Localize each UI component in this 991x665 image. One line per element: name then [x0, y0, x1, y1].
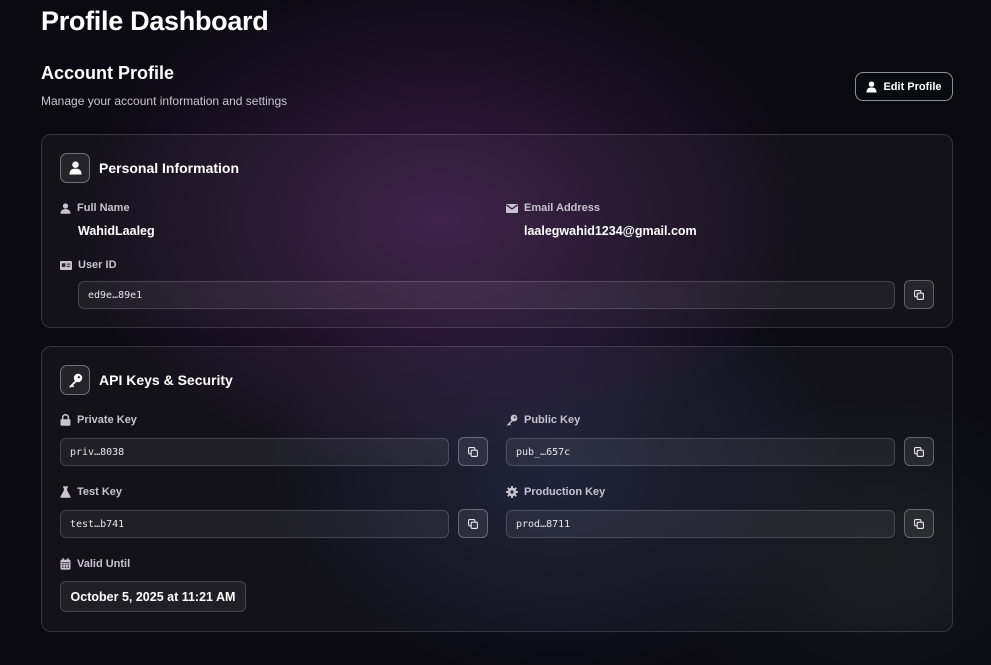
copy-private-key-button[interactable]	[458, 437, 488, 466]
private-key-label: Private Key	[60, 414, 137, 426]
edit-profile-label: Edit Profile	[883, 80, 942, 93]
production-key-label: Production Key	[506, 486, 605, 498]
key-icon	[506, 414, 518, 426]
personal-card-icon	[60, 153, 90, 183]
user-id-label: User ID	[60, 259, 117, 271]
lock-icon	[60, 414, 71, 426]
api-card-title: API Keys & Security	[99, 372, 233, 388]
email-label: Email Address	[506, 202, 600, 214]
mail-icon	[506, 203, 518, 213]
copy-test-key-button[interactable]	[458, 509, 488, 538]
test-key-field[interactable]: test…b741	[60, 510, 449, 538]
copy-icon	[914, 289, 924, 300]
copy-user-id-button[interactable]	[904, 280, 934, 309]
id-card-icon	[60, 260, 72, 270]
section-subtitle: Manage your account information and sett…	[41, 94, 288, 108]
edit-profile-button[interactable]: Edit Profile	[855, 72, 953, 101]
full-name-label: Full Name	[60, 202, 130, 214]
test-key-label: Test Key	[60, 486, 122, 498]
copy-public-key-button[interactable]	[904, 437, 934, 466]
user-icon	[60, 202, 71, 214]
valid-until-label: Valid Until	[60, 558, 130, 570]
copy-production-key-button[interactable]	[904, 509, 934, 538]
copy-icon	[914, 518, 924, 529]
personal-card-title: Personal Information	[99, 160, 240, 176]
email-value: laalegwahid1234@gmail.com	[524, 224, 697, 238]
copy-icon	[914, 446, 924, 457]
private-key-field[interactable]: priv…8038	[60, 438, 449, 466]
public-key-label: Public Key	[506, 414, 580, 426]
production-key-field[interactable]: prod…8711	[506, 510, 895, 538]
copy-icon	[468, 518, 478, 529]
valid-until-value: October 5, 2025 at 11:21 AM	[60, 581, 246, 612]
user-id-field[interactable]: ed9e…89e1	[78, 281, 895, 309]
user-icon	[69, 161, 81, 175]
copy-icon	[468, 446, 478, 457]
gear-icon	[506, 486, 518, 498]
api-card-icon	[60, 365, 90, 395]
flask-icon	[60, 486, 71, 498]
full-name-value: WahidLaaleg	[78, 224, 155, 238]
page-title: Profile Dashboard	[41, 6, 269, 36]
section-title: Account Profile	[41, 63, 175, 83]
key-icon	[68, 373, 82, 388]
user-icon	[866, 81, 877, 92]
calendar-icon	[60, 558, 71, 570]
public-key-field[interactable]: pub_…657c	[506, 438, 895, 466]
